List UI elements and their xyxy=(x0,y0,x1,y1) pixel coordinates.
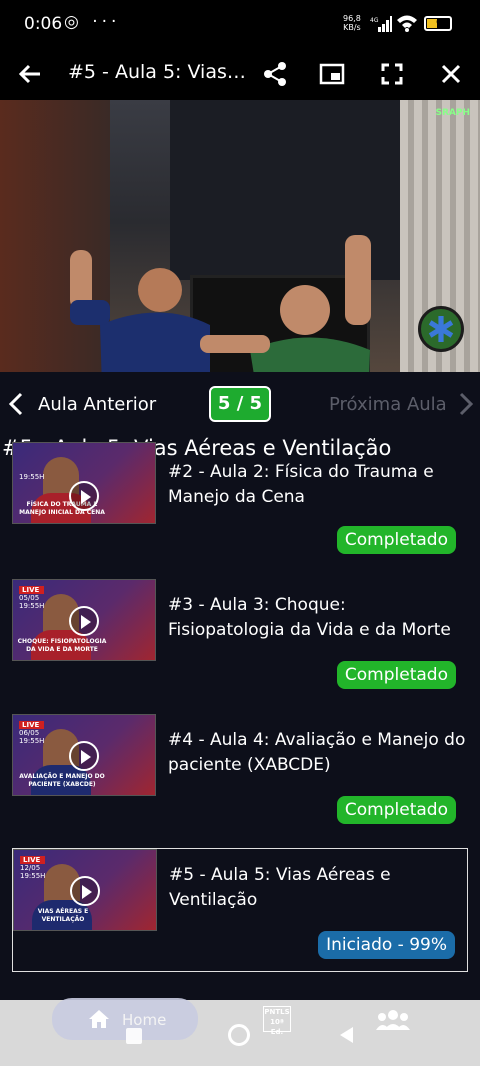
lesson-thumbnail: 19:55H FÍSICA DO TRAUMA E MANEJO INICIAL… xyxy=(12,442,156,524)
lesson-thumbnail: LIVE 12/05 19:55H VIAS AÉREAS E VENTILAÇ… xyxy=(13,849,157,931)
list-item[interactable]: 19:55H FÍSICA DO TRAUMA E MANEJO INICIAL… xyxy=(12,442,468,554)
lesson-title: #2 - Aula 2: Física do Trauma e Manejo d… xyxy=(168,462,434,507)
play-icon[interactable] xyxy=(69,606,99,636)
list-item[interactable]: LIVE 06/05 19:55H AVALIAÇÃO E MANEJO DO … xyxy=(12,714,468,826)
status-badge: Iniciado - 99% xyxy=(318,931,455,959)
wifi-icon xyxy=(397,15,417,32)
thumb-caption: VIAS AÉREAS E VENTILAÇÃO xyxy=(37,908,89,923)
status-bar: 0:06 ◎ ··· 96,8 KB/s 4G 63 xyxy=(0,0,480,48)
thumb-date: 06/05 xyxy=(19,729,40,737)
close-icon[interactable] xyxy=(437,60,465,88)
thumb-caption: AVALIAÇÃO E MANEJO DO PACIENTE (XABCDE) xyxy=(19,773,105,788)
play-icon[interactable] xyxy=(69,481,99,511)
network-speed-value: 96,8 xyxy=(343,14,361,23)
back-arrow-icon[interactable] xyxy=(16,60,44,88)
chevron-left-icon[interactable] xyxy=(8,392,24,416)
bottom-navigation: Home PNTLS 10ª Ed. xyxy=(0,998,480,1066)
status-time: 0:06 xyxy=(24,14,63,34)
nav-home-label[interactable]: Home xyxy=(122,1011,166,1029)
battery-level: 63 xyxy=(436,17,450,28)
live-badge: LIVE xyxy=(20,856,46,864)
thumb-caption: CHOQUE: FISIOPATOLOGIA DA VIDA E DA MORT… xyxy=(17,638,107,653)
thumb-time: 19:55H xyxy=(19,602,45,610)
status-badge: Completado xyxy=(336,796,456,824)
presenter-left xyxy=(70,250,210,372)
signal-icon: 4G xyxy=(370,16,392,32)
live-badge: LIVE xyxy=(19,721,45,729)
lesson-title: #4 - Aula 4: Avaliação e Manejo do pacie… xyxy=(168,730,466,775)
previous-lesson-button[interactable]: Aula Anterior xyxy=(38,394,156,415)
share-icon[interactable] xyxy=(261,60,289,88)
live-badge: LIVE xyxy=(19,586,45,594)
current-lesson-item[interactable]: LIVE 12/05 19:55H VIAS AÉREAS E VENTILAÇ… xyxy=(12,848,468,972)
fullscreen-icon[interactable] xyxy=(378,60,406,88)
recent-apps-button[interactable] xyxy=(126,1028,142,1044)
thumb-time: 19:55H xyxy=(19,473,45,481)
list-item[interactable]: LIVE 05/05 19:55H CHOQUE: FISIOPATOLOGIA… xyxy=(12,579,468,691)
network-type: 4G xyxy=(370,17,379,24)
notification-icons: ◎ ··· xyxy=(64,12,121,32)
lesson-thumbnail: LIVE 05/05 19:55H CHOQUE: FISIOPATOLOGIA… xyxy=(12,579,156,661)
status-badge: Completado xyxy=(336,661,456,689)
thumb-time: 19:55H xyxy=(20,872,46,880)
lesson-counter: 5 / 5 xyxy=(209,386,271,422)
lesson-thumbnail: LIVE 06/05 19:55H AVALIAÇÃO E MANEJO DO … xyxy=(12,714,156,796)
community-icon[interactable] xyxy=(376,1008,410,1032)
battery-icon: 63 xyxy=(424,16,452,31)
home-icon[interactable] xyxy=(88,1008,110,1030)
picture-in-picture-icon[interactable] xyxy=(318,60,346,88)
play-icon[interactable] xyxy=(70,876,100,906)
chevron-right-icon[interactable] xyxy=(458,392,474,416)
lesson-title: #3 - Aula 3: Choque: Fisiopatologia da V… xyxy=(168,595,451,640)
channel-logo: SRAPH xyxy=(435,108,470,118)
video-player[interactable]: SRAPH xyxy=(0,100,480,372)
next-lesson-button[interactable]: Próxima Aula xyxy=(329,394,447,415)
lesson-navigation: Aula Anterior 5 / 5 Próxima Aula xyxy=(0,372,480,434)
app-bar: #5 - Aula 5: Vias Aé... xyxy=(0,48,480,100)
page-title: #5 - Aula 5: Vias Aé... xyxy=(68,61,248,83)
status-badge: Completado xyxy=(336,526,456,554)
thumb-date: 12/05 xyxy=(20,864,41,872)
play-icon[interactable] xyxy=(69,741,99,771)
lesson-list: #5 - Aula 5: Vias Aéreas e Ventilação 19… xyxy=(0,434,480,1014)
network-speed-unit: KB/s xyxy=(343,23,361,32)
star-of-life-icon xyxy=(418,306,464,352)
lesson-title: #5 - Aula 5: Vias Aéreas e Ventilação xyxy=(169,865,391,910)
network-speed: 96,8 KB/s xyxy=(343,14,361,32)
presenter-right xyxy=(200,235,371,372)
back-system-icon[interactable] xyxy=(338,1026,354,1044)
pntls-book-icon[interactable]: PNTLS 10ª Ed. xyxy=(263,1006,291,1036)
thumb-time: 19:55H xyxy=(19,737,45,745)
thumb-date: 05/05 xyxy=(19,594,40,602)
home-system-button[interactable] xyxy=(228,1024,250,1046)
